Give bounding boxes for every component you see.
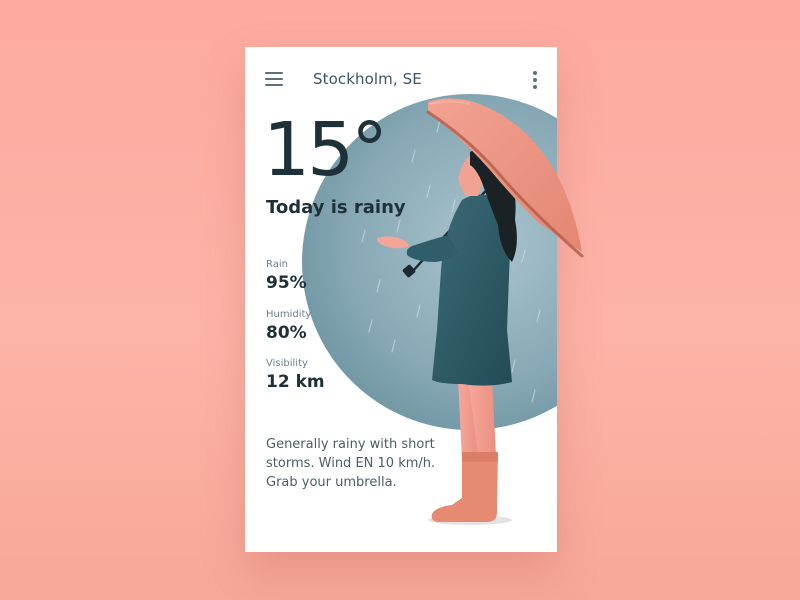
stat-label: Humidity — [266, 309, 312, 320]
stat-value: 80% — [266, 323, 307, 343]
stat-label: Visibility — [266, 358, 308, 369]
temperature-value: 15° — [263, 107, 388, 193]
forecast-description: Generally rainy with short storms. Wind … — [266, 437, 436, 490]
stat-value: 95% — [266, 273, 307, 293]
stat-value: 12 km — [266, 372, 325, 392]
stat-rain: Rain 95% — [266, 259, 307, 293]
condition-title: Today is rainy — [266, 197, 406, 218]
stat-humidity: Humidity 80% — [266, 309, 311, 343]
card-content: 15° Today is rainy Rain 95% Humidity 80%… — [245, 47, 557, 552]
stat-visibility: Visibility 12 km — [266, 358, 325, 392]
stat-label: Rain — [266, 259, 288, 270]
